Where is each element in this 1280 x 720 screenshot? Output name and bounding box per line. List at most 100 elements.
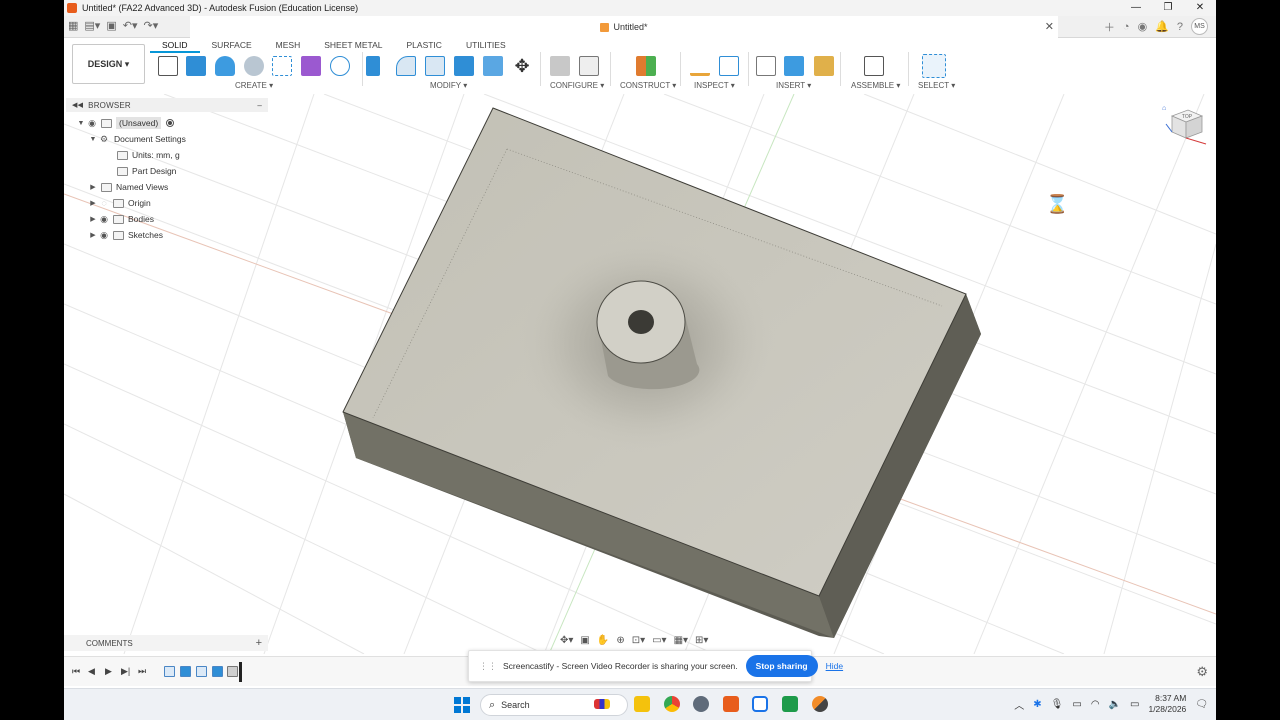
loft-icon[interactable] [272, 56, 292, 76]
press-pull-icon[interactable] [366, 56, 380, 76]
chevron-up-icon[interactable]: ︿ [1014, 697, 1024, 712]
minimize-icon[interactable]: — [1120, 0, 1152, 16]
hide-link[interactable]: Hide [826, 661, 843, 671]
assemble-group-label[interactable]: ASSEMBLE ▾ [851, 81, 900, 90]
new-component-icon[interactable] [864, 56, 884, 76]
display-settings-icon[interactable]: ▭▾ [652, 635, 666, 646]
eye-icon[interactable]: ◉ [86, 118, 98, 129]
configure-group-label[interactable]: CONFIGURE ▾ [550, 81, 604, 90]
eye-icon[interactable]: ◉ [98, 214, 110, 225]
drag-handle-icon[interactable]: ⋮⋮ [479, 661, 497, 672]
zoom-icon[interactable]: ⊕ [616, 635, 624, 646]
sweep-icon[interactable] [244, 56, 264, 76]
timeline-sketch-feature[interactable] [196, 666, 207, 677]
timeline-sketch-feature[interactable] [164, 666, 175, 677]
user-avatar[interactable]: MS [1191, 18, 1208, 35]
app-ball-icon[interactable] [812, 696, 828, 712]
tab-utilities[interactable]: UTILITIES [454, 40, 518, 53]
tab-mesh[interactable]: MESH [264, 40, 313, 53]
browser-minimize-icon[interactable]: – [257, 101, 262, 110]
grid-menu-icon[interactable]: ▦ [68, 19, 78, 32]
wifi-icon[interactable]: ◠ [1091, 699, 1100, 710]
notifications-icon[interactable]: 🔔 [1155, 20, 1169, 33]
insert-derive-icon[interactable] [756, 56, 776, 76]
redo-icon[interactable]: ↷▾ [143, 19, 158, 32]
tab-solid[interactable]: SOLID [150, 40, 200, 53]
tree-item-bodies[interactable]: ▶ ◉ Bodies [66, 211, 268, 227]
maximize-icon[interactable]: ❐ [1152, 0, 1184, 16]
chevron-right-icon[interactable]: ▶ [88, 215, 98, 223]
add-comment-icon[interactable]: + [256, 637, 262, 649]
create-sketch-icon[interactable] [158, 56, 178, 76]
select-icon[interactable] [922, 54, 946, 78]
tree-item-root[interactable]: ▼ ◉ (Unsaved) [66, 115, 268, 131]
battery-icon[interactable]: ▭ [1130, 699, 1139, 710]
save-icon[interactable]: ▣ [106, 19, 116, 32]
measure-icon[interactable] [690, 56, 710, 76]
chevron-down-icon[interactable]: ▼ [88, 136, 98, 143]
shell-icon[interactable] [454, 56, 474, 76]
timeline-marker[interactable] [239, 662, 242, 682]
collapse-browser-icon[interactable]: ◀◀ [72, 101, 83, 109]
tree-item-part-design[interactable]: Part Design [66, 163, 268, 179]
workspace-switcher-button[interactable]: DESIGN ▾ [72, 44, 145, 84]
chamfer-icon[interactable] [425, 56, 445, 76]
create-group-label[interactable]: CREATE ▾ [235, 81, 273, 90]
app-c-icon[interactable] [752, 696, 768, 712]
zoom-window-icon[interactable]: ⊡▾ [632, 635, 645, 646]
eye-icon[interactable]: ◉ [98, 230, 110, 241]
construct-group-label[interactable]: CONSTRUCT ▾ [620, 81, 676, 90]
timeline-settings-gear-icon[interactable]: ⚙ [1196, 664, 1208, 680]
select-group-label[interactable]: SELECT ▾ [918, 81, 955, 90]
orbit-icon[interactable]: ✥▾ [560, 635, 573, 646]
inspect-group-label[interactable]: INSPECT ▾ [694, 81, 735, 90]
timeline-hole-feature[interactable] [227, 666, 238, 677]
tree-item-sketches[interactable]: ▶ ◉ Sketches [66, 227, 268, 243]
step-back-icon[interactable]: ◀ [88, 666, 95, 677]
volume-icon[interactable]: 🔈 [1109, 699, 1121, 710]
tree-item-named-views[interactable]: ▶ Named Views [66, 179, 268, 195]
job-status-icon[interactable]: ◉ [1138, 20, 1148, 33]
timeline-extrude-feature[interactable] [180, 666, 191, 677]
viewports-icon[interactable]: ⊞▾ [695, 635, 708, 646]
timeline-extrude-feature[interactable] [212, 666, 223, 677]
activate-radio-icon[interactable] [166, 119, 175, 127]
close-tab-icon[interactable]: ✕ [1045, 20, 1054, 33]
configure-icon[interactable] [550, 56, 570, 76]
fusion-taskbar-icon[interactable] [723, 696, 739, 712]
tree-item-origin[interactable]: ▶ ◌ Origin [66, 195, 268, 211]
tab-surface[interactable]: SURFACE [200, 40, 264, 53]
new-tab-icon[interactable]: ＋ [1104, 19, 1115, 35]
comments-panel[interactable]: COMMENTS + [64, 635, 268, 651]
crayons-widget-icon[interactable] [594, 699, 610, 709]
file-explorer-icon[interactable] [634, 696, 650, 712]
fast-forward-icon[interactable]: ⏭ [138, 666, 146, 677]
tree-item-document-settings[interactable]: ▼ ⚙ Document Settings [66, 131, 268, 147]
document-tab[interactable]: Untitled* ✕ [190, 16, 1058, 38]
offset-plane-icon[interactable] [636, 56, 656, 76]
tree-item-units[interactable]: Units: mm, g [66, 147, 268, 163]
settings-app-icon[interactable] [693, 696, 709, 712]
move-icon[interactable]: ✥ [512, 56, 532, 76]
boss-hole[interactable] [628, 310, 654, 334]
insert-group-label[interactable]: INSERT ▾ [776, 81, 811, 90]
look-at-icon[interactable]: ▣ [580, 635, 589, 646]
help-icon[interactable]: ? [1177, 21, 1183, 33]
file-menu-icon[interactable]: ▤▾ [84, 19, 100, 32]
combine-icon[interactable] [483, 56, 503, 76]
sheets-app-icon[interactable] [782, 696, 798, 712]
configuration-table-icon[interactable] [579, 56, 599, 76]
view-cube[interactable]: TOP ⌂ [1162, 102, 1208, 148]
home-view-icon[interactable]: ⌂ [1162, 105, 1166, 112]
close-window-icon[interactable]: ✕ [1184, 0, 1216, 16]
canvas-image-icon[interactable] [784, 56, 804, 76]
undo-icon[interactable]: ↶▾ [123, 19, 138, 32]
fillet-icon[interactable] [396, 56, 416, 76]
extrude-icon[interactable] [186, 56, 206, 76]
step-forward-icon[interactable]: ▶| [121, 666, 130, 677]
chrome-icon[interactable] [664, 696, 680, 712]
windows-start-icon[interactable] [454, 697, 470, 713]
chevron-right-icon[interactable]: ▶ [88, 183, 98, 191]
revolve-icon[interactable] [215, 56, 235, 76]
section-analysis-icon[interactable] [719, 56, 739, 76]
